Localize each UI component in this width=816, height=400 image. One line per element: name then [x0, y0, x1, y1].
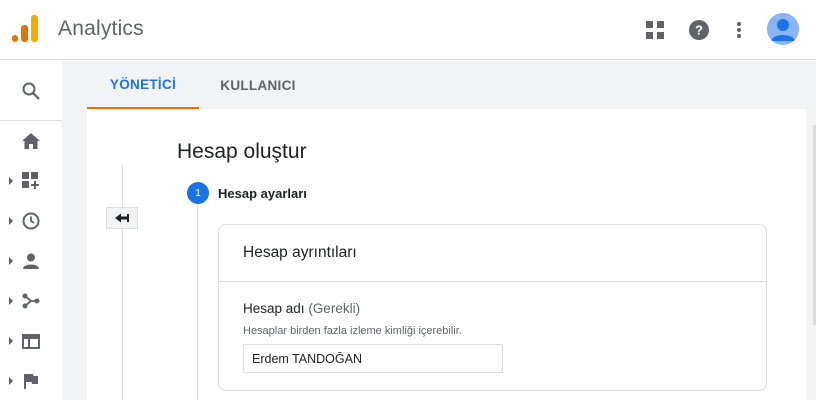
app-title: Analytics	[58, 17, 144, 40]
account-avatar[interactable]	[767, 13, 799, 45]
account-name-help: Hesaplar birden fazla izleme kimliği içe…	[243, 325, 462, 337]
account-name-input[interactable]	[243, 344, 503, 373]
expand-caret-icon	[9, 337, 13, 345]
back-button[interactable]	[106, 207, 138, 229]
flag-icon	[21, 371, 41, 391]
main-content: YÖNETİCİ KULLANICI Hesap oluştur 1 Hesap…	[62, 61, 816, 400]
search-icon	[21, 81, 41, 101]
expand-caret-icon	[9, 217, 13, 225]
apps-grid-icon[interactable]	[643, 18, 667, 42]
nav-conversions[interactable]	[0, 361, 62, 400]
dashboard-add-icon	[21, 171, 41, 191]
nav-acquisition[interactable]	[0, 281, 62, 321]
nav-search[interactable]	[0, 71, 62, 111]
required-hint: (Gerekli)	[308, 301, 361, 316]
nav-home[interactable]	[0, 121, 62, 161]
help-icon[interactable]: ?	[687, 18, 711, 42]
step-label: Hesap ayarları	[218, 186, 307, 201]
account-name-label-text: Hesap adı	[243, 301, 305, 316]
fork-icon	[21, 291, 41, 311]
nav-customization[interactable]	[0, 161, 62, 201]
nav-realtime[interactable]	[0, 201, 62, 241]
clock-icon	[21, 211, 41, 231]
tab-user[interactable]: KULLANICI	[212, 61, 304, 109]
expand-caret-icon	[9, 177, 13, 185]
page-title: Hesap oluştur	[177, 140, 307, 163]
nav-audience[interactable]	[0, 241, 62, 281]
svg-text:?: ?	[695, 23, 703, 38]
stepper-line	[197, 204, 198, 400]
tab-admin[interactable]: YÖNETİCİ	[87, 61, 199, 109]
step-number-badge: 1	[187, 182, 209, 204]
analytics-logo-icon[interactable]	[12, 15, 38, 43]
nav-behavior[interactable]	[0, 321, 62, 361]
expand-caret-icon	[9, 297, 13, 305]
home-icon	[21, 131, 41, 151]
web-icon	[21, 331, 41, 351]
expand-caret-icon	[9, 257, 13, 265]
card-title: Hesap ayrıntıları	[243, 244, 357, 261]
expand-caret-icon	[9, 377, 13, 385]
create-account-panel: Hesap oluştur 1 Hesap ayarları Hesap ayr…	[87, 109, 807, 400]
top-app-bar: Analytics ?	[0, 0, 816, 60]
left-nav	[0, 61, 62, 400]
person-icon	[21, 251, 41, 271]
card-divider	[219, 281, 766, 282]
column-divider	[122, 165, 123, 400]
account-details-card: Hesap ayrıntıları Hesap adı (Gerekli) He…	[218, 224, 767, 391]
admin-tabs: YÖNETİCİ KULLANICI	[62, 61, 816, 109]
back-arrow-icon	[115, 213, 129, 223]
account-name-label: Hesap adı (Gerekli)	[243, 301, 360, 316]
more-vert-icon[interactable]	[727, 18, 751, 42]
